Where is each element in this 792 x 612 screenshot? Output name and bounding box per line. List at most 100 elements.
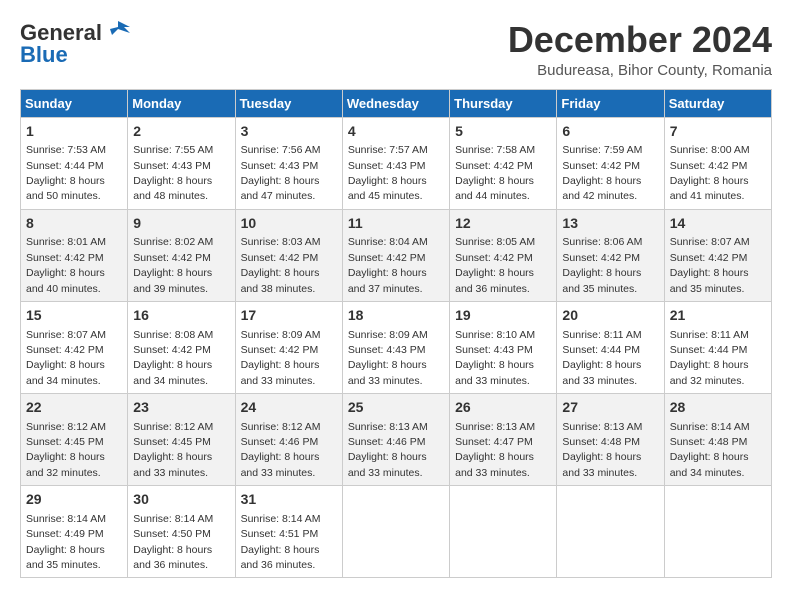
day-number: 11 (348, 214, 444, 234)
calendar-cell: 20 Sunrise: 8:11 AMSunset: 4:44 PMDaylig… (557, 301, 664, 393)
calendar-cell (342, 486, 449, 578)
day-info: Sunrise: 8:01 AMSunset: 4:42 PMDaylight:… (26, 236, 106, 294)
day-number: 23 (133, 398, 229, 418)
day-info: Sunrise: 7:56 AMSunset: 4:43 PMDaylight:… (241, 144, 321, 202)
calendar-cell: 28 Sunrise: 8:14 AMSunset: 4:48 PMDaylig… (664, 394, 771, 486)
location: Budureasa, Bihor County, Romania (508, 62, 772, 79)
calendar-cell: 15 Sunrise: 8:07 AMSunset: 4:42 PMDaylig… (21, 301, 128, 393)
day-number: 13 (562, 214, 658, 234)
day-info: Sunrise: 8:02 AMSunset: 4:42 PMDaylight:… (133, 236, 213, 294)
day-info: Sunrise: 7:53 AMSunset: 4:44 PMDaylight:… (26, 144, 106, 202)
calendar-cell: 12 Sunrise: 8:05 AMSunset: 4:42 PMDaylig… (450, 209, 557, 301)
calendar-week-3: 15 Sunrise: 8:07 AMSunset: 4:42 PMDaylig… (21, 301, 772, 393)
day-number: 26 (455, 398, 551, 418)
calendar-cell: 25 Sunrise: 8:13 AMSunset: 4:46 PMDaylig… (342, 394, 449, 486)
day-number: 21 (670, 306, 766, 326)
day-header-tuesday: Tuesday (235, 89, 342, 117)
day-number: 22 (26, 398, 122, 418)
day-info: Sunrise: 8:07 AMSunset: 4:42 PMDaylight:… (670, 236, 750, 294)
calendar-cell: 22 Sunrise: 8:12 AMSunset: 4:45 PMDaylig… (21, 394, 128, 486)
calendar-cell: 14 Sunrise: 8:07 AMSunset: 4:42 PMDaylig… (664, 209, 771, 301)
day-header-wednesday: Wednesday (342, 89, 449, 117)
logo-bird-icon (104, 17, 132, 45)
day-number: 24 (241, 398, 337, 418)
day-number: 9 (133, 214, 229, 234)
day-number: 27 (562, 398, 658, 418)
calendar-cell: 2 Sunrise: 7:55 AMSunset: 4:43 PMDayligh… (128, 117, 235, 209)
day-number: 20 (562, 306, 658, 326)
day-info: Sunrise: 8:09 AMSunset: 4:42 PMDaylight:… (241, 329, 321, 387)
day-number: 7 (670, 122, 766, 142)
day-info: Sunrise: 8:14 AMSunset: 4:49 PMDaylight:… (26, 513, 106, 571)
day-info: Sunrise: 8:11 AMSunset: 4:44 PMDaylight:… (670, 329, 749, 387)
day-number: 6 (562, 122, 658, 142)
day-info: Sunrise: 8:12 AMSunset: 4:46 PMDaylight:… (241, 421, 321, 479)
month-title: December 2024 (508, 20, 772, 60)
calendar-cell: 9 Sunrise: 8:02 AMSunset: 4:42 PMDayligh… (128, 209, 235, 301)
day-number: 25 (348, 398, 444, 418)
calendar-cell: 17 Sunrise: 8:09 AMSunset: 4:42 PMDaylig… (235, 301, 342, 393)
calendar-cell: 5 Sunrise: 7:58 AMSunset: 4:42 PMDayligh… (450, 117, 557, 209)
day-info: Sunrise: 7:59 AMSunset: 4:42 PMDaylight:… (562, 144, 642, 202)
day-number: 19 (455, 306, 551, 326)
day-info: Sunrise: 7:57 AMSunset: 4:43 PMDaylight:… (348, 144, 428, 202)
day-info: Sunrise: 8:12 AMSunset: 4:45 PMDaylight:… (26, 421, 106, 479)
day-info: Sunrise: 8:13 AMSunset: 4:47 PMDaylight:… (455, 421, 535, 479)
calendar-cell (557, 486, 664, 578)
day-number: 15 (26, 306, 122, 326)
calendar-cell: 3 Sunrise: 7:56 AMSunset: 4:43 PMDayligh… (235, 117, 342, 209)
day-info: Sunrise: 8:09 AMSunset: 4:43 PMDaylight:… (348, 329, 428, 387)
day-header-friday: Friday (557, 89, 664, 117)
calendar-cell: 13 Sunrise: 8:06 AMSunset: 4:42 PMDaylig… (557, 209, 664, 301)
day-header-sunday: Sunday (21, 89, 128, 117)
day-number: 4 (348, 122, 444, 142)
calendar-week-5: 29 Sunrise: 8:14 AMSunset: 4:49 PMDaylig… (21, 486, 772, 578)
day-number: 10 (241, 214, 337, 234)
calendar-cell: 21 Sunrise: 8:11 AMSunset: 4:44 PMDaylig… (664, 301, 771, 393)
calendar-cell: 10 Sunrise: 8:03 AMSunset: 4:42 PMDaylig… (235, 209, 342, 301)
day-header-monday: Monday (128, 89, 235, 117)
logo: General Blue (20, 20, 132, 68)
calendar-cell: 24 Sunrise: 8:12 AMSunset: 4:46 PMDaylig… (235, 394, 342, 486)
day-number: 14 (670, 214, 766, 234)
day-info: Sunrise: 8:05 AMSunset: 4:42 PMDaylight:… (455, 236, 535, 294)
day-header-thursday: Thursday (450, 89, 557, 117)
calendar-cell: 30 Sunrise: 8:14 AMSunset: 4:50 PMDaylig… (128, 486, 235, 578)
day-number: 29 (26, 490, 122, 510)
day-info: Sunrise: 8:14 AMSunset: 4:51 PMDaylight:… (241, 513, 321, 571)
calendar-cell: 29 Sunrise: 8:14 AMSunset: 4:49 PMDaylig… (21, 486, 128, 578)
calendar-week-1: 1 Sunrise: 7:53 AMSunset: 4:44 PMDayligh… (21, 117, 772, 209)
day-info: Sunrise: 8:08 AMSunset: 4:42 PMDaylight:… (133, 329, 213, 387)
day-number: 30 (133, 490, 229, 510)
day-number: 1 (26, 122, 122, 142)
day-number: 28 (670, 398, 766, 418)
calendar-cell: 27 Sunrise: 8:13 AMSunset: 4:48 PMDaylig… (557, 394, 664, 486)
calendar-cell: 1 Sunrise: 7:53 AMSunset: 4:44 PMDayligh… (21, 117, 128, 209)
calendar-cell: 16 Sunrise: 8:08 AMSunset: 4:42 PMDaylig… (128, 301, 235, 393)
day-info: Sunrise: 8:03 AMSunset: 4:42 PMDaylight:… (241, 236, 321, 294)
day-number: 17 (241, 306, 337, 326)
day-number: 16 (133, 306, 229, 326)
day-info: Sunrise: 8:04 AMSunset: 4:42 PMDaylight:… (348, 236, 428, 294)
calendar-cell: 26 Sunrise: 8:13 AMSunset: 4:47 PMDaylig… (450, 394, 557, 486)
calendar-cell: 8 Sunrise: 8:01 AMSunset: 4:42 PMDayligh… (21, 209, 128, 301)
calendar-table: SundayMondayTuesdayWednesdayThursdayFrid… (20, 89, 772, 579)
day-number: 8 (26, 214, 122, 234)
day-info: Sunrise: 8:00 AMSunset: 4:42 PMDaylight:… (670, 144, 750, 202)
day-info: Sunrise: 8:11 AMSunset: 4:44 PMDaylight:… (562, 329, 641, 387)
day-number: 18 (348, 306, 444, 326)
day-info: Sunrise: 7:55 AMSunset: 4:43 PMDaylight:… (133, 144, 213, 202)
calendar-week-4: 22 Sunrise: 8:12 AMSunset: 4:45 PMDaylig… (21, 394, 772, 486)
calendar-cell (450, 486, 557, 578)
day-header-saturday: Saturday (664, 89, 771, 117)
calendar-cell: 19 Sunrise: 8:10 AMSunset: 4:43 PMDaylig… (450, 301, 557, 393)
calendar-header-row: SundayMondayTuesdayWednesdayThursdayFrid… (21, 89, 772, 117)
calendar-cell: 31 Sunrise: 8:14 AMSunset: 4:51 PMDaylig… (235, 486, 342, 578)
logo-blue: Blue (20, 42, 68, 68)
calendar-cell: 23 Sunrise: 8:12 AMSunset: 4:45 PMDaylig… (128, 394, 235, 486)
day-info: Sunrise: 8:07 AMSunset: 4:42 PMDaylight:… (26, 329, 106, 387)
calendar-cell: 11 Sunrise: 8:04 AMSunset: 4:42 PMDaylig… (342, 209, 449, 301)
day-number: 5 (455, 122, 551, 142)
page-header: General Blue December 2024 Budureasa, Bi… (20, 20, 772, 79)
day-number: 12 (455, 214, 551, 234)
